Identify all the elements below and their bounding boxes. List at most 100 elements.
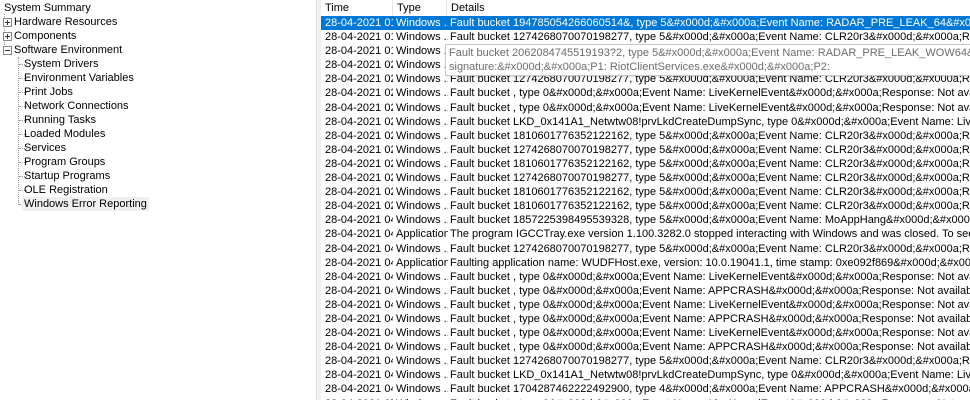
cell-type: Application... bbox=[396, 228, 448, 241]
cell-type: Windows ... bbox=[396, 200, 448, 213]
table-row[interactable]: 28-04-2021 04...Windows ...Fault bucket … bbox=[321, 368, 970, 382]
cell-time: 28-04-2021 02... bbox=[325, 129, 393, 142]
tree-item-system-summary[interactable]: System Summary bbox=[2, 1, 93, 15]
table-row[interactable]: 28-04-2021 02...Windows ...Fault bucket … bbox=[321, 157, 970, 171]
table-row[interactable]: 28-04-2021 04...Windows ...Fault bucket … bbox=[321, 213, 970, 227]
table-row[interactable]: 28-04-2021 02...Windows ...Fault bucket … bbox=[321, 185, 970, 199]
details-tooltip: Fault bucket 2062084745519193?2, type 5&… bbox=[445, 44, 970, 76]
cell-time: 28-04-2021 04... bbox=[325, 327, 393, 340]
tree-item-environment-variables[interactable]: Environment Variables bbox=[22, 71, 136, 85]
cell-details: Fault bucket , type 0&#x000d;&#x000a;Eve… bbox=[450, 87, 970, 100]
cell-type: Windows ... bbox=[396, 355, 448, 368]
cell-time: 28-04-2021 02... bbox=[325, 87, 393, 100]
table-row[interactable]: 28-04-2021 04...Windows ...Fault bucket … bbox=[321, 326, 970, 340]
column-header-time[interactable]: Time bbox=[321, 0, 393, 16]
tree-item-label: Print Jobs bbox=[24, 86, 73, 98]
table-row[interactable]: 28-04-2021 04...Windows ...Fault bucket … bbox=[321, 382, 970, 396]
table-row[interactable]: 28-04-2021 02...Windows ...Fault bucket … bbox=[321, 129, 970, 143]
table-row[interactable]: 28-04-2021 01...Windows ...Fault bucket … bbox=[321, 16, 970, 31]
tree-item-services[interactable]: Services bbox=[22, 141, 68, 155]
cell-details: Fault bucket LKD_0x141A1_Netwtw08!prvLkd… bbox=[450, 115, 970, 128]
cell-type: Windows ... bbox=[396, 284, 448, 297]
tree-item-network-connections[interactable]: Network Connections bbox=[22, 99, 131, 113]
table-row[interactable]: 28-04-2021 04...Windows ...Fault bucket … bbox=[321, 340, 970, 354]
collapse-minus-icon[interactable] bbox=[3, 46, 12, 55]
tree-item-label: Network Connections bbox=[24, 100, 129, 112]
expand-plus-icon[interactable] bbox=[3, 32, 12, 41]
table-row[interactable]: 28-04-2021 02...Windows ...Fault bucket … bbox=[321, 171, 970, 185]
tree-item-windows-error-reporting[interactable]: Windows Error Reporting bbox=[22, 197, 149, 211]
cell-type: Windows ... bbox=[396, 87, 448, 100]
cell-details: Fault bucket 1810601776352122162, type 5… bbox=[450, 186, 970, 199]
table-row[interactable]: 28-04-2021 04...Windows ...Fault bucket … bbox=[321, 242, 970, 256]
cell-time: 28-04-2021 02... bbox=[325, 172, 393, 185]
table-row[interactable]: 28-04-2021 04...Application...The progra… bbox=[321, 227, 970, 241]
cell-time: 28-04-2021 04... bbox=[325, 270, 393, 283]
cell-time: 28-04-2021 04... bbox=[325, 298, 393, 311]
tree-connector bbox=[18, 57, 19, 205]
cell-type: Windows ... bbox=[396, 45, 448, 58]
table-row[interactable]: 28-04-2021 04...Windows ...Fault bucket … bbox=[321, 312, 970, 326]
tree-item-startup-programs[interactable]: Startup Programs bbox=[22, 169, 112, 183]
cell-details: Fault bucket , type 0&#x000d;&#x000a;Eve… bbox=[450, 397, 970, 400]
cell-time: 28-04-2021 04... bbox=[325, 312, 393, 325]
column-header-row: Time Type Details bbox=[321, 0, 970, 17]
cell-details: Faulting application name: WUDFHost.exe,… bbox=[450, 256, 970, 269]
cell-type: Windows ... bbox=[396, 143, 448, 156]
table-row[interactable]: 28-04-2021 04...Application...Faulting a… bbox=[321, 256, 970, 270]
cell-type: Windows ... bbox=[396, 73, 448, 86]
tree-item-program-groups[interactable]: Program Groups bbox=[22, 155, 107, 169]
cell-type: Application... bbox=[396, 256, 448, 269]
cell-type: Windows ... bbox=[396, 129, 448, 142]
cell-details: The program IGCCTray.exe version 1.100.3… bbox=[450, 228, 970, 241]
cell-type: Windows ... bbox=[396, 270, 448, 283]
cell-time: 28-04-2021 04... bbox=[325, 383, 393, 396]
tree-item-label: System Drivers bbox=[24, 58, 99, 70]
tree-item-loaded-modules[interactable]: Loaded Modules bbox=[22, 127, 107, 141]
cell-time: 28-04-2021 04... bbox=[325, 355, 393, 368]
expand-plus-icon[interactable] bbox=[3, 18, 12, 27]
tree-item-label: System Summary bbox=[4, 2, 91, 14]
table-row[interactable]: 28-04-2021 07...Windows ...Fault bucket … bbox=[321, 397, 970, 400]
cell-time: 28-04-2021 02... bbox=[325, 101, 393, 114]
tree-item-software-environment[interactable]: Software Environment bbox=[3, 43, 124, 57]
cell-details: Fault bucket , type 0&#x000d;&#x000a;Eve… bbox=[450, 312, 970, 325]
tree-item-label: OLE Registration bbox=[24, 184, 108, 196]
cell-time: 28-04-2021 01... bbox=[325, 31, 393, 44]
tree-item-label: Services bbox=[24, 142, 67, 154]
table-row[interactable]: 28-04-2021 04...Windows ...Fault bucket … bbox=[321, 298, 970, 312]
table-row[interactable]: 28-04-2021 04...Windows ...Fault bucket … bbox=[321, 354, 970, 368]
tree-item-label: Running Tasks bbox=[24, 114, 96, 126]
table-row[interactable]: 28-04-2021 01...Windows ...Fault bucket … bbox=[321, 30, 970, 44]
cell-details: Fault bucket , type 0&#x000d;&#x000a;Eve… bbox=[450, 101, 970, 114]
table-row[interactable]: 28-04-2021 02...Windows ...Fault bucket … bbox=[321, 86, 970, 100]
table-row[interactable]: 28-04-2021 02...Windows ...Fault bucket … bbox=[321, 115, 970, 129]
cell-details: Fault bucket , type 0&#x000d;&#x000a;Eve… bbox=[450, 327, 970, 340]
cell-details: Fault bucket LKD_0x141A1_Netwtw08!prvLkd… bbox=[450, 369, 970, 382]
cell-details: Fault bucket 1274268070070198277, type 5… bbox=[450, 355, 970, 368]
column-header-type[interactable]: Type bbox=[393, 0, 447, 16]
tree-item-running-tasks[interactable]: Running Tasks bbox=[22, 113, 98, 127]
table-row[interactable]: 28-04-2021 02...Windows ...Fault bucket … bbox=[321, 143, 970, 157]
tree-item-components[interactable]: Components bbox=[3, 29, 78, 43]
tree-item-system-drivers[interactable]: System Drivers bbox=[22, 57, 101, 71]
tree-item-ole-registration[interactable]: OLE Registration bbox=[22, 183, 110, 197]
table-row[interactable]: 28-04-2021 04...Windows ...Fault bucket … bbox=[321, 270, 970, 284]
cell-time: 28-04-2021 04... bbox=[325, 369, 393, 382]
tree-item-hardware-resources[interactable]: Hardware Resources bbox=[3, 15, 119, 29]
cell-time: 28-04-2021 01... bbox=[325, 17, 393, 29]
table-row[interactable]: 28-04-2021 02...Windows ...Fault bucket … bbox=[321, 199, 970, 213]
table-row[interactable]: 28-04-2021 02...Windows ...Fault bucket … bbox=[321, 101, 970, 115]
tree-item-label: Loaded Modules bbox=[24, 128, 106, 140]
cell-details: Fault bucket 1274268070070198277, type 5… bbox=[450, 172, 970, 185]
category-tree: System Summary Hardware Resources Compon… bbox=[0, 0, 316, 400]
cell-details: Fault bucket 1274268070070198277, type 5… bbox=[450, 242, 970, 255]
table-row[interactable]: 28-04-2021 04...Windows ...Fault bucket … bbox=[321, 284, 970, 298]
cell-details: Fault bucket 1810601776352122162, type 5… bbox=[450, 129, 970, 142]
cell-time: 28-04-2021 04... bbox=[325, 341, 393, 354]
tree-item-label: Components bbox=[14, 30, 77, 42]
tree-item-print-jobs[interactable]: Print Jobs bbox=[22, 85, 75, 99]
cell-type: Windows ... bbox=[396, 312, 448, 325]
cell-type: Windows ... bbox=[396, 214, 448, 227]
column-header-details[interactable]: Details bbox=[447, 0, 970, 16]
